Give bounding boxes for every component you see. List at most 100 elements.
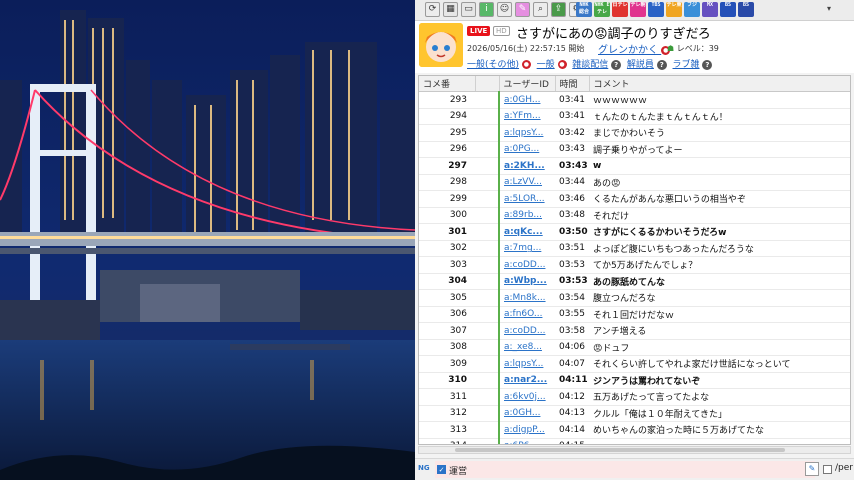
user-id-link[interactable]: a:coDD... [499,322,555,340]
tag-link-3[interactable]: 雑談配信 [572,60,608,70]
col-header-comment[interactable]: コメント [589,76,850,92]
comment-number: 309 [419,355,475,373]
ng-label[interactable]: NG [418,464,430,472]
table-row[interactable]: 298 a:LzVV... 03:44 あの😡 [419,174,850,191]
channel-button-8[interactable]: MX [702,2,718,17]
table-row[interactable]: 299 a:5LOR... 03:46 くるたんがあんな悪口いうの相当やぞ [419,190,850,208]
user-id-link[interactable]: a:Mn8k... [499,289,555,307]
table-row[interactable]: 293 a:0GH... 03:41 ｗｗｗｗｗｗ [419,91,850,109]
horizontal-scrollbar[interactable] [418,446,851,454]
table-row[interactable]: 294 a:YFm... 03:41 ｔんたのｔんたまｔんｔんｔん！ [419,108,850,125]
user-button[interactable]: ☺ [497,2,512,17]
comment-grid[interactable]: コメ番 ユーザーID 時間 コメント 293 a:0GH... 03:41 ｗｗ… [418,75,851,445]
share-button[interactable]: ⇪ [551,2,566,17]
user-id-link[interactable]: a:89rb... [499,207,555,224]
channel-button-3[interactable]: 日テレ [612,2,628,17]
table-row[interactable]: 295 a:lqpsY... 03:42 まじでかわいそう [419,124,850,142]
channel-button-1[interactable]: NHK 総合 [576,2,592,17]
comment-time: 04:11 [555,372,589,389]
window-button[interactable]: ▭ [461,2,476,17]
tag-link-1[interactable]: 一般(その他) [467,60,519,70]
grid-button[interactable]: ▦ [443,2,458,17]
table-row[interactable]: 314 a:6P6... 04:15 ｗｗｗｗ [419,438,850,444]
col-header-number[interactable]: コメ番 [419,76,476,92]
channel-button-9[interactable]: BS [720,2,736,17]
tag-help-icon-5[interactable]: ? [702,59,713,70]
channel-button-5[interactable]: TBS [648,2,664,17]
per-checkbox[interactable] [823,465,832,474]
user-id-link[interactable]: a:7mg... [499,240,555,257]
user-id-link[interactable]: a:0GH... [499,91,555,109]
channel-button-10[interactable]: BS [738,2,754,17]
comment-number: 293 [419,91,475,109]
row-marker [475,240,500,257]
table-row[interactable]: 308 a:_xe8... 04:06 😡ドュフ [419,339,850,356]
user-id-link[interactable]: a:2KH... [499,157,555,175]
tag-link-4[interactable]: 解説員 [627,60,654,70]
tag-link-2[interactable]: 一般 [537,60,555,70]
table-row[interactable]: 301 a:qKc... 03:50 さすがにくるるかわいそうだろw [419,223,850,241]
channel-button-2[interactable]: NHK Eテレ [594,2,610,17]
channel-button-6[interactable]: テレ東 [666,2,682,17]
tag-help-icon-3[interactable]: ? [611,59,622,70]
user-id-link[interactable]: a:qKc... [499,223,555,241]
owner-link[interactable]: グレンかかく ● [598,41,671,56]
comment-text: あの豚舐めてんな [589,273,850,290]
col-header-time[interactable]: 時間 [555,76,590,92]
table-row[interactable]: 313 a:digpP... 04:14 めいちゃんの家泊った時に５万あげてたな [419,421,850,439]
table-row[interactable]: 310 a:nar2... 04:11 ジンアうは罵われてないぞ [419,372,850,389]
avatar[interactable] [419,23,463,67]
comment-text: よっぽど腹にいちもつあったんだろうな [589,240,850,257]
user-id-link[interactable]: a:digpP... [499,421,555,439]
table-row[interactable]: 307 a:coDD... 03:58 アンチ増える [419,322,850,340]
table-row[interactable]: 305 a:Mn8k... 03:54 腹立つんだろな [419,289,850,307]
tag-help-icon-4[interactable]: ? [656,59,667,70]
user-id-link[interactable]: a:6P6... [499,438,555,444]
comment-number: 314 [419,438,475,444]
search-icon: ⌕ [537,4,544,14]
toolbar: ⟳ ▦ ▭ i ☺ ✎ ⌕ ⇪ ⚙ NHK 総合 NHK Eテレ 日テレ テレ朝… [415,0,854,21]
table-row[interactable]: 303 a:coDD... 03:53 てか5万あげたんでしょ？ [419,256,850,274]
col-header-mark[interactable] [475,76,500,92]
refresh-button[interactable]: ⟳ [425,2,440,17]
channel-button-4[interactable]: テレ朝 [630,2,646,17]
comment-input[interactable]: ✓ 運営 [435,461,815,478]
user-id-link[interactable]: a:LzVV... [499,174,555,191]
user-id-link[interactable]: a:coDD... [499,256,555,274]
table-row[interactable]: 304 a:Wbp... 03:53 あの豚舐めてんな [419,273,850,290]
channel-button-7[interactable]: フジ [684,2,700,17]
scrollbar-thumb[interactable] [455,448,785,452]
table-row[interactable]: 311 a:6kv0j... 04:12 五万あげたって言ってたよな [419,388,850,406]
user-id-link[interactable]: a:_xe8... [499,339,555,356]
user-id-link[interactable]: a:lqpsY... [499,355,555,373]
search-button[interactable]: ⌕ [533,2,548,17]
row-marker [475,438,500,444]
user-id-link[interactable]: a:0GH... [499,405,555,422]
table-row[interactable]: 297 a:2KH... 03:43 w [419,157,850,175]
user-id-link[interactable]: a:lqpsY... [499,124,555,142]
admin-checkbox[interactable]: ✓ [437,465,446,474]
row-marker [475,91,500,109]
user-id-link[interactable]: a:YFm... [499,108,555,125]
toolbar-menu-icon[interactable]: ▾ [827,4,831,13]
user-id-link[interactable]: a:0PG... [499,141,555,158]
user-id-link[interactable]: a:Wbp... [499,273,555,290]
col-header-user-id[interactable]: ユーザーID [499,76,556,92]
table-row[interactable]: 296 a:0PG... 03:43 調子乗りやがってよー [419,141,850,158]
user-id-link[interactable]: a:5LOR... [499,190,555,208]
tag-link-5[interactable]: ラブ雑 [673,60,700,70]
user-id-link[interactable]: a:nar2... [499,372,555,389]
user-id-link[interactable]: a:6kv0j... [499,388,555,406]
comment-number: 297 [419,157,475,175]
comment-text: それ１回だけだなｗ [589,306,850,323]
table-row[interactable]: 309 a:lqpsY... 04:07 それくらい許してやれよ家だけ世話になっ… [419,355,850,373]
info-button[interactable]: i [479,2,494,17]
table-row[interactable]: 312 a:0GH... 04:13 クルル「俺は１０年耐えてきた」 [419,405,850,422]
pen-button[interactable]: ✎ [805,462,819,476]
user-icon: ☺ [499,4,510,14]
user-id-link[interactable]: a:fn6O... [499,306,555,323]
highlight-button[interactable]: ✎ [515,2,530,17]
table-row[interactable]: 302 a:7mg... 03:51 よっぽど腹にいちもつあったんだろうな [419,240,850,257]
table-row[interactable]: 306 a:fn6O... 03:55 それ１回だけだなｗ [419,306,850,323]
table-row[interactable]: 300 a:89rb... 03:48 それだけ [419,207,850,224]
